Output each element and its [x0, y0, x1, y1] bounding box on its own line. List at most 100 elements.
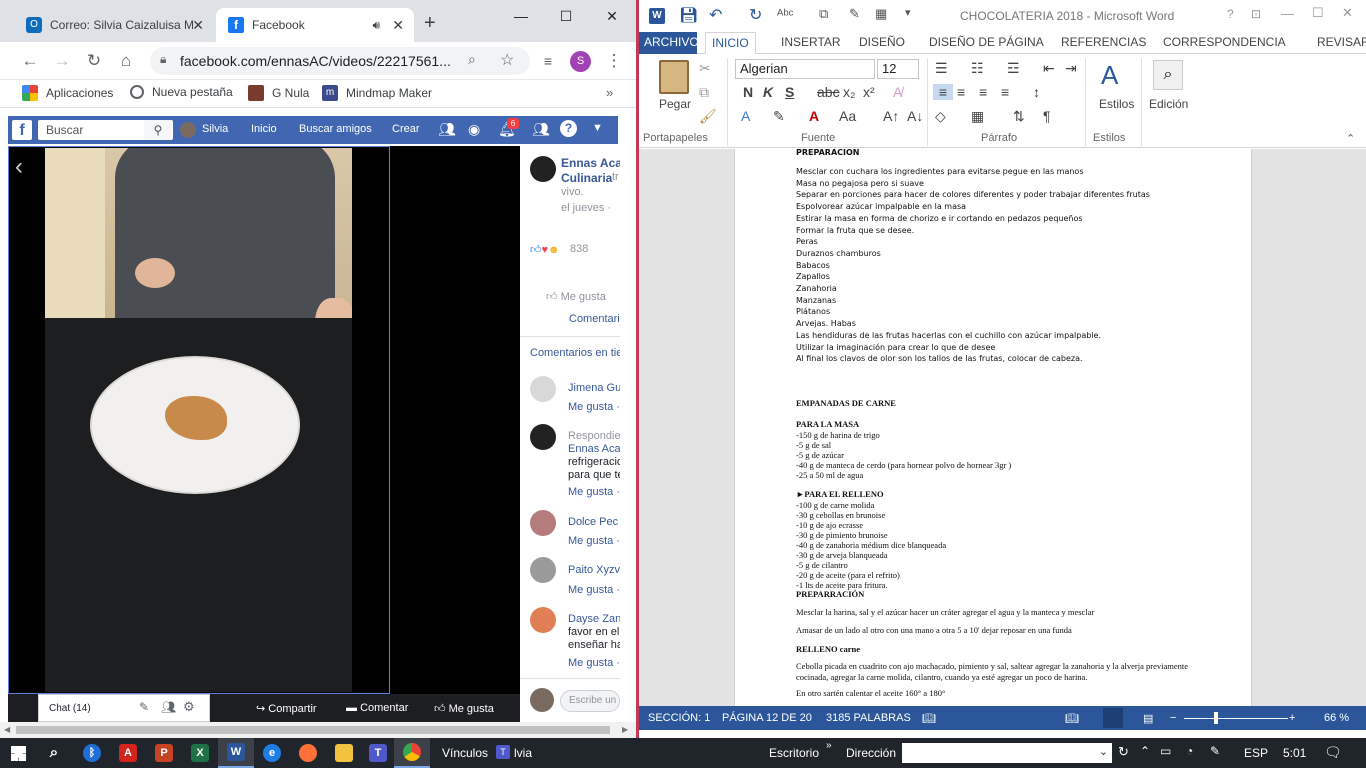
nav-home[interactable]: Inicio: [251, 123, 277, 135]
like-button[interactable]: 👍︎ Me gusta: [546, 290, 606, 303]
commenter-name[interactable]: Paito Xyzv: [568, 564, 620, 576]
commenter-name[interactable]: Dayse Zan: [568, 613, 620, 625]
strikethrough-icon[interactable]: abc: [817, 84, 840, 100]
decrease-indent-icon[interactable]: ⇤: [1043, 60, 1055, 77]
scroll-right-icon[interactable]: ▶: [622, 725, 628, 734]
page-name[interactable]: Ennas Aca: [561, 156, 620, 170]
zoom-slider-thumb[interactable]: [1214, 712, 1218, 724]
dropdown-icon[interactable]: ⌄: [1099, 745, 1108, 758]
help-icon[interactable]: ?: [1227, 7, 1234, 21]
settings-gear-icon[interactable]: ⚙: [183, 699, 195, 715]
account-menu-icon[interactable]: ▼: [592, 122, 603, 134]
format-painter-icon[interactable]: 🖌︎: [699, 108, 717, 125]
bold-icon[interactable]: N: [743, 84, 753, 100]
grow-font-icon[interactable]: A↑: [883, 108, 899, 124]
zoom-icon[interactable]: ⌕: [468, 51, 476, 68]
font-name-combo[interactable]: Algerian: [735, 59, 875, 79]
paste-label[interactable]: Pegar: [659, 97, 691, 111]
friends-icon[interactable]: 👥︎: [438, 121, 456, 138]
share-button[interactable]: ↪ Compartir: [256, 702, 317, 715]
tab-references[interactable]: REFERENCIAS: [1061, 35, 1146, 49]
save-icon[interactable]: 💾︎: [679, 6, 698, 24]
media-control-icon[interactable]: ≡: [536, 50, 560, 72]
comment-like-link[interactable]: Me gusta ·: [568, 535, 620, 547]
reaction-icons[interactable]: 👍︎♥☻: [530, 243, 560, 256]
more-menu-icon[interactable]: ⋮: [602, 50, 626, 72]
help-icon[interactable]: ?: [560, 120, 577, 137]
text-effects-icon[interactable]: A: [741, 108, 750, 124]
toolbar-overflow-icon[interactable]: »: [826, 740, 832, 751]
reply-author[interactable]: Ennas Aca: [568, 443, 620, 455]
facebook-logo-icon[interactable]: f: [12, 120, 32, 140]
redo-icon[interactable]: ↻: [749, 5, 762, 25]
maximize-button[interactable]: ☐: [1312, 5, 1324, 21]
zoom-slider[interactable]: [1184, 718, 1288, 719]
links-toolbar[interactable]: Vínculos: [442, 746, 488, 760]
comment-like-link[interactable]: Me gusta ·: [568, 401, 620, 413]
scroll-left-icon[interactable]: ◀: [4, 725, 10, 734]
taskbar-explorer[interactable]: [326, 738, 362, 768]
taskbar-edge[interactable]: e: [254, 738, 290, 768]
bullets-icon[interactable]: ☰: [935, 60, 948, 77]
taskbar-powerpoint[interactable]: P: [146, 738, 182, 768]
nav-find-friends[interactable]: Buscar amigos: [299, 123, 372, 135]
desktop-toolbar[interactable]: Escritorio: [769, 746, 819, 760]
copy-icon[interactable]: ⧉: [699, 84, 709, 101]
reactions-count[interactable]: 838: [570, 243, 588, 255]
document-page[interactable]: PREPARACIÓN Mesclar con cuchara los ingre…: [734, 149, 1252, 706]
speaker-icon[interactable]: 🔊︎: [372, 18, 380, 33]
word-count[interactable]: 3185 PALABRAS: [826, 712, 911, 724]
subscript-icon[interactable]: x₂: [843, 84, 855, 100]
undo-icon[interactable]: ↶: [709, 5, 722, 25]
tab-mailings[interactable]: CORRESPONDENCIA: [1163, 35, 1286, 49]
comment-like-link[interactable]: Me gusta ·: [568, 657, 620, 669]
edit-doc-icon[interactable]: ✎: [849, 6, 860, 22]
commenter-avatar[interactable]: [530, 557, 556, 583]
groups-icon[interactable]: 👥︎: [532, 121, 550, 138]
highlight-icon[interactable]: ✎: [773, 108, 785, 125]
teams-small-icon[interactable]: T: [496, 745, 510, 759]
wifi-icon[interactable]: ◔: [1186, 744, 1193, 758]
commenter-avatar[interactable]: [530, 510, 556, 536]
print-layout-icon[interactable]: [1103, 708, 1123, 728]
customize-qat-icon[interactable]: ▾: [905, 6, 911, 19]
layout-icon[interactable]: ⧉: [819, 6, 828, 22]
shrink-font-icon[interactable]: A↓: [907, 108, 923, 124]
bookmark-new-tab[interactable]: Nueva pestaña: [130, 85, 233, 99]
comment-like-link[interactable]: Me gusta ·: [568, 584, 620, 596]
spelling-icon[interactable]: ᴬᵇᶜ: [777, 6, 794, 22]
taskbar-excel[interactable]: X: [182, 738, 218, 768]
close-window-button[interactable]: ✕: [589, 4, 635, 28]
show-marks-icon[interactable]: ¶: [1043, 108, 1051, 124]
nav-profile[interactable]: Silvia: [202, 123, 228, 135]
forward-icon[interactable]: →: [50, 50, 74, 72]
user-avatar[interactable]: [180, 122, 196, 138]
underline-icon[interactable]: S: [785, 84, 794, 100]
multilevel-list-icon[interactable]: ☲: [1007, 60, 1020, 77]
align-right-icon[interactable]: ≡: [979, 84, 987, 100]
battery-icon[interactable]: ▭: [1160, 744, 1171, 758]
paste-icon[interactable]: [659, 60, 689, 94]
group-chat-icon[interactable]: 👥︎: [161, 700, 176, 714]
commenter-avatar[interactable]: [530, 607, 556, 633]
clock[interactable]: 5:01: [1283, 746, 1306, 760]
tab-correo[interactable]: O Correo: Silvia Caizaluisa M ✕: [14, 8, 214, 42]
shading-icon[interactable]: ◇: [935, 108, 946, 125]
previous-arrow-icon[interactable]: ‹: [15, 153, 23, 181]
tab-page-layout[interactable]: DISEÑO DE PÁGINA: [929, 35, 1044, 49]
tab-insert[interactable]: INSERTAR: [781, 35, 841, 49]
taskbar-bluetooth[interactable]: ᛒ: [74, 738, 110, 768]
zoom-level[interactable]: 66 %: [1324, 712, 1349, 724]
font-size-combo[interactable]: 12: [877, 59, 919, 79]
home-icon[interactable]: ⌂: [114, 50, 138, 72]
taskbar-chrome[interactable]: [394, 738, 430, 768]
messenger-icon[interactable]: ◉: [468, 121, 480, 138]
bookmark-apps[interactable]: Aplicaciones: [22, 85, 113, 101]
numbering-icon[interactable]: ☷: [971, 60, 984, 77]
commenter-name[interactable]: Dolce Pec: [568, 516, 618, 528]
minimize-button[interactable]: —: [498, 4, 544, 28]
page-indicator[interactable]: PÁGINA 12 DE 20: [722, 712, 812, 724]
proofing-icon[interactable]: 📖︎: [922, 712, 936, 725]
search-icon[interactable]: ⚲: [144, 120, 172, 140]
collapse-ribbon-icon[interactable]: ⌃: [1346, 132, 1355, 145]
